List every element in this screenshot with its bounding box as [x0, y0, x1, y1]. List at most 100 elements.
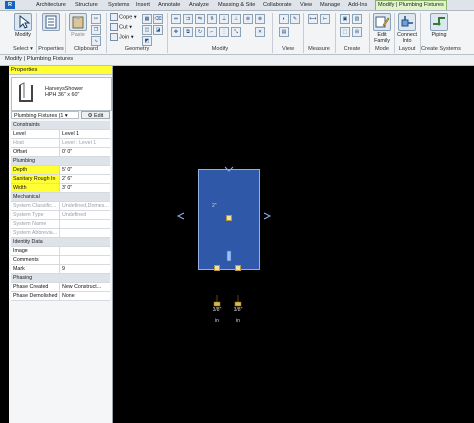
ribbon-tab[interactable]: Systems — [106, 1, 131, 9]
join-button[interactable]: Join ▾ — [110, 33, 134, 42]
connector-size-label-right: 3/8" — [233, 307, 243, 313]
property-value[interactable] — [60, 256, 110, 264]
property-group-header[interactable]: Mechanical — [11, 193, 110, 202]
piping-icon — [430, 13, 448, 31]
split-gap-icon[interactable]: ⊥ — [231, 14, 241, 24]
property-group-header[interactable]: Phasing — [11, 274, 110, 283]
piping-button[interactable]: Piping — [428, 13, 450, 38]
properties-button[interactable] — [40, 13, 62, 32]
offset-icon[interactable]: ⇉ — [183, 14, 193, 24]
cut-geometry-button[interactable]: Cut ▾ — [110, 23, 132, 32]
cut-icon[interactable]: ✂ — [91, 14, 101, 24]
measure-panel-label: Measure — [308, 46, 330, 52]
type-preview[interactable]: HarveysShower HPH 36" x 60" — [11, 77, 112, 111]
options-bar-context: Modify | Plumbing Fixtures — [5, 56, 74, 62]
drawing-canvas[interactable] — [113, 66, 474, 423]
control-arrow-right-icon[interactable] — [262, 211, 272, 221]
geometry-panel-label: Geometry — [124, 46, 150, 52]
dimension-icon[interactable]: ⊢ — [320, 14, 330, 24]
ribbon-tab[interactable]: Massing & Site — [216, 1, 257, 9]
property-value[interactable]: None — [60, 292, 110, 300]
ribbon-tab[interactable]: Structure — [73, 1, 100, 9]
edit-type-button[interactable]: ⚙ Edit Type — [81, 111, 110, 127]
edit-family-button[interactable]: Edit Family — [372, 13, 392, 44]
override-graphics-icon[interactable]: ✎ — [290, 14, 300, 24]
scale-icon[interactable]: ⤡ — [231, 27, 241, 37]
property-group-header[interactable]: Identity Data — [11, 238, 110, 247]
property-value[interactable]: 3' 0" — [60, 184, 110, 192]
ribbon-tab[interactable]: View — [298, 1, 314, 9]
property-row: Depth 5' 0" — [11, 166, 110, 175]
copy-element-icon[interactable]: ⧉ — [183, 27, 193, 37]
select-panel-label[interactable]: Select ▾ — [10, 45, 36, 53]
control-arrow-left-icon[interactable] — [176, 211, 186, 221]
instance-filter-dropdown[interactable]: Plumbing Fixtures (1 ▾ — [11, 111, 79, 119]
move-icon[interactable]: ✥ — [171, 27, 181, 37]
pipe-connector-icon[interactable] — [233, 294, 243, 308]
measure-icon[interactable]: ⟷ — [308, 14, 318, 24]
property-name: Host — [11, 139, 60, 147]
ribbon-tab[interactable]: Architecture — [34, 1, 68, 9]
copy-icon[interactable]: ❐ — [91, 25, 101, 35]
hide-element-icon[interactable]: ◐ — [279, 14, 289, 24]
split-icon[interactable]: ⟂ — [219, 14, 229, 24]
trim-icon[interactable]: ⌐ — [207, 27, 217, 37]
property-row: Mark 9 — [11, 265, 110, 274]
ribbon-tab[interactable]: Annotate — [156, 1, 182, 9]
modify-button[interactable]: Modify — [12, 13, 34, 38]
connector-size-label-left: 3/8" — [212, 307, 222, 313]
ribbon-tab[interactable]: Modify | Plumbing Fixtures — [375, 0, 447, 10]
split-face-icon[interactable]: ◫ — [142, 25, 152, 35]
connector-grip-left[interactable] — [214, 265, 220, 271]
create-assembly-icon[interactable]: ▣ — [340, 14, 350, 24]
cope-button[interactable]: Cope ▾ — [110, 13, 137, 22]
unpin-icon[interactable]: ⊗ — [255, 14, 265, 24]
connector-grip-right[interactable] — [235, 265, 241, 271]
dimension-label: 2" — [212, 203, 217, 209]
property-row: System Abbrevia... — [11, 229, 110, 238]
align-icon[interactable]: ⇹ — [171, 14, 181, 24]
connect-into-button[interactable]: Connect Into — [395, 13, 419, 44]
property-group-header[interactable]: Plumbing — [11, 157, 110, 166]
demolish-icon[interactable]: ⌫ — [153, 14, 163, 24]
create-parts-icon[interactable]: ▥ — [352, 14, 362, 24]
property-row: Image — [11, 247, 110, 256]
property-value[interactable]: Level 1 — [60, 130, 110, 138]
create-group-icon[interactable]: ⬚ — [340, 27, 350, 37]
property-row: Host Level : Level 1 — [11, 139, 110, 148]
edit-type-icon: ⚙ — [87, 113, 93, 119]
wall-joins-icon[interactable]: ▦ — [142, 14, 152, 24]
pin-icon[interactable]: ⊕ — [243, 14, 253, 24]
create-similar-icon[interactable]: ⊞ — [352, 27, 362, 37]
property-value[interactable] — [60, 247, 110, 255]
ribbon-tab[interactable]: Analyze — [187, 1, 211, 9]
ribbon-tab[interactable]: Manage — [318, 1, 342, 9]
rotate-icon[interactable]: ↻ — [195, 27, 205, 37]
ribbon-tab[interactable]: Collaborate — [261, 1, 294, 9]
paste-button[interactable]: Paste — [68, 13, 88, 38]
flip-arrow-icon[interactable] — [224, 166, 234, 172]
cope-icon — [110, 13, 118, 21]
ribbon-tab[interactable]: R — [5, 1, 16, 9]
ribbon-tab[interactable]: Insert — [134, 1, 152, 9]
center-grip[interactable] — [226, 215, 232, 221]
ribbon-tab[interactable]: Add-Ins — [346, 1, 369, 9]
property-value[interactable]: 0' 0" — [60, 148, 110, 156]
type-size-name: HPH 36" x 60" — [45, 92, 80, 98]
delete-icon[interactable]: ✕ — [255, 27, 265, 37]
property-value[interactable]: 2' 6" — [60, 175, 110, 183]
linework-icon[interactable]: ▤ — [279, 27, 289, 37]
mode-panel-label: Mode — [375, 46, 389, 52]
property-name: Sanitary Rough In — [11, 175, 60, 183]
remove-paint-icon[interactable]: ◪ — [153, 25, 163, 35]
pipe-connector-icon[interactable] — [212, 294, 222, 308]
property-value[interactable]: 5' 0" — [60, 166, 110, 174]
property-name: Width — [11, 184, 60, 192]
mirror-draw-icon[interactable]: ⥮ — [207, 14, 217, 24]
property-value[interactable]: 9 — [60, 265, 110, 273]
array-icon[interactable]: ⋮ — [219, 27, 229, 37]
property-value: Level : Level 1 — [60, 139, 110, 147]
property-value[interactable]: New Construct... — [60, 283, 110, 291]
mirror-axis-icon[interactable]: ⇋ — [195, 14, 205, 24]
property-group-header[interactable]: Constraints — [11, 121, 110, 130]
